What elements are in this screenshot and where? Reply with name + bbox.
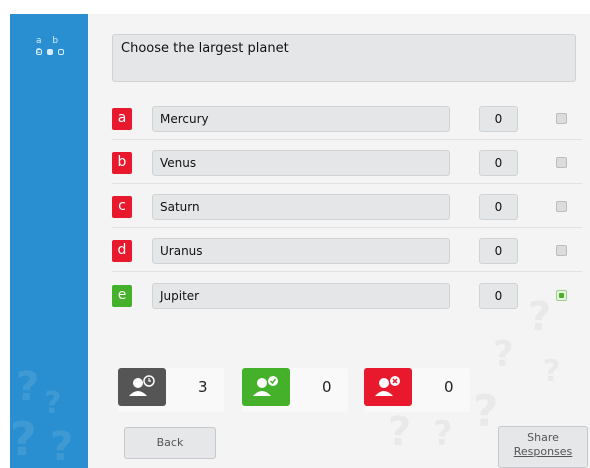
correct-count: 0 [322, 378, 332, 396]
answer-row-d: d Uranus 0 [112, 234, 582, 272]
user-cross-icon [364, 368, 412, 406]
decor-question-mark: ? [543, 354, 560, 389]
answer-text-field[interactable]: Saturn [152, 194, 450, 220]
main-panel: ? ? ? ? ? ? Choose the largest planet a … [88, 14, 590, 468]
answer-count: 0 [479, 238, 518, 264]
answer-text-field[interactable]: Venus [152, 150, 450, 176]
answer-text-field[interactable]: Uranus [152, 238, 450, 264]
top-frame [0, 0, 590, 14]
correct-answer-checkbox[interactable] [556, 290, 567, 301]
decor-question-mark: ? [50, 424, 74, 468]
correct-answer-checkbox[interactable] [556, 157, 567, 168]
decor-question-mark: ? [388, 409, 411, 455]
decor-question-mark: ? [433, 414, 453, 454]
abc-grid-icon[interactable]: a b c [36, 36, 68, 62]
sidebar: a b c ? ? ? ? [10, 14, 88, 468]
answer-letter-badge: a [112, 108, 132, 130]
answer-row-c: c Saturn 0 [112, 190, 582, 228]
share-button-label-line2: Responses [513, 445, 573, 458]
user-clock-icon [118, 368, 166, 406]
correct-answer-checkbox[interactable] [556, 245, 567, 256]
answer-count: 0 [479, 150, 518, 176]
answer-row-a: a Mercury 0 [112, 102, 582, 140]
answer-count: 0 [479, 194, 518, 220]
correct-answer-checkbox[interactable] [556, 201, 567, 212]
pending-count: 3 [198, 378, 208, 396]
wrong-count: 0 [444, 378, 454, 396]
answer-letter-badge: d [112, 240, 132, 262]
decor-question-mark: ? [473, 386, 499, 437]
answer-letter-badge: e [112, 285, 132, 307]
share-responses-button[interactable]: Share Responses [498, 426, 588, 468]
row-divider [112, 139, 582, 140]
wrong-responses-stat: 0 [364, 368, 470, 412]
row-divider [112, 227, 582, 228]
decor-question-mark: ? [10, 412, 37, 466]
row-divider [112, 271, 582, 272]
back-button[interactable]: Back [124, 427, 216, 459]
answer-row-e: e Jupiter 0 [112, 279, 582, 317]
row-divider [112, 183, 582, 184]
share-button-label-line1: Share [527, 431, 559, 444]
correct-responses-stat: 0 [242, 368, 348, 412]
answer-row-b: b Venus 0 [112, 146, 582, 184]
answer-count: 0 [479, 283, 518, 309]
decor-question-mark: ? [493, 334, 514, 375]
answer-letter-badge: b [112, 152, 132, 174]
user-check-icon [242, 368, 290, 406]
question-text-field[interactable]: Choose the largest planet [112, 34, 576, 82]
correct-answer-checkbox[interactable] [556, 113, 567, 124]
answer-count: 0 [479, 106, 518, 132]
answer-text-field[interactable]: Jupiter [152, 283, 450, 309]
pending-responses-stat: 3 [118, 368, 224, 412]
decor-question-mark: ? [16, 364, 40, 410]
answer-letter-badge: c [112, 196, 132, 218]
answer-text-field[interactable]: Mercury [152, 106, 450, 132]
decor-question-mark: ? [44, 386, 62, 421]
